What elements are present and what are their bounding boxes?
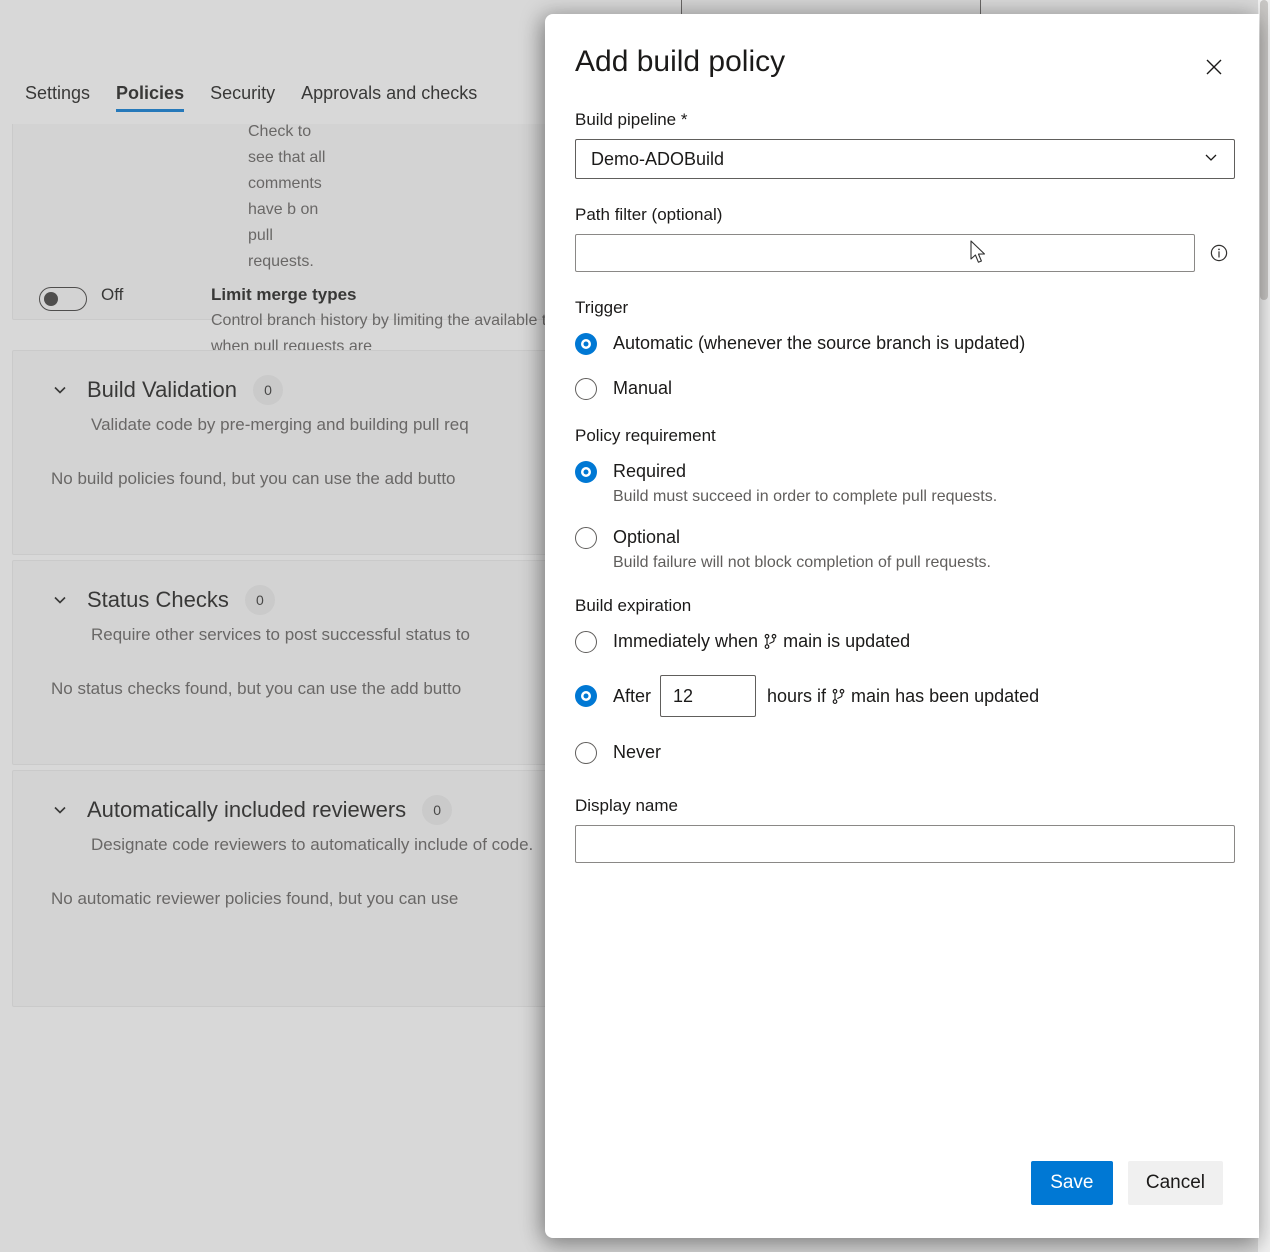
expiration-never-label: Never <box>613 741 661 764</box>
trigger-automatic-label: Automatic (whenever the source branch is… <box>613 332 1025 355</box>
expiration-option-after[interactable]: After hours if main has been <box>575 675 1229 717</box>
tab-policies[interactable]: Policies <box>103 76 197 124</box>
screen-root: Settings Policies Security Approvals and… <box>0 0 1270 1252</box>
trigger-option-automatic[interactable]: Automatic (whenever the source branch is… <box>575 332 1229 355</box>
git-branch-icon <box>763 633 778 650</box>
path-filter-input[interactable] <box>575 234 1195 272</box>
info-icon[interactable] <box>1209 243 1229 263</box>
trigger-option-manual[interactable]: Manual <box>575 377 1229 400</box>
display-name-label: Display name <box>575 796 1229 816</box>
panel-footer: Save Cancel <box>545 1161 1259 1238</box>
policy-optional-sub: Build failure will not block completion … <box>613 552 1229 574</box>
after-branch: main <box>851 686 890 707</box>
add-build-policy-panel: Add build policy Build pipeline * Demo-A… <box>545 14 1259 1238</box>
git-branch-icon <box>831 688 846 705</box>
scrollbar-thumb[interactable] <box>1260 0 1268 300</box>
build-pipeline-select[interactable]: Demo-ADOBuild <box>575 139 1235 179</box>
panel-title: Add build policy <box>575 44 785 80</box>
save-button[interactable]: Save <box>1031 1161 1113 1205</box>
build-pipeline-label: Build pipeline * <box>575 110 1229 130</box>
limit-merge-types-toggle[interactable] <box>39 287 87 311</box>
toggle-state-label: Off <box>101 285 201 305</box>
build-expiration-label: Build expiration <box>575 596 1229 616</box>
expiration-option-immediately[interactable]: Immediately when main is updated <box>575 630 1229 653</box>
expiration-hours-input[interactable] <box>660 675 756 717</box>
chevron-down-icon <box>51 381 69 399</box>
radio-automatic[interactable] <box>575 333 597 355</box>
close-icon[interactable] <box>1197 50 1231 84</box>
expiration-immediately-label: Immediately when main is updated <box>613 630 910 653</box>
immediately-prefix: Immediately when <box>613 630 758 653</box>
page-scrollbar[interactable] <box>1258 0 1270 1252</box>
toggle-knob <box>44 292 58 306</box>
policy-required-sub: Build must succeed in order to complete … <box>613 486 1229 508</box>
after-mid: hours if <box>767 686 826 707</box>
policy-required-label: Required <box>613 460 686 483</box>
radio-after[interactable] <box>575 685 597 707</box>
path-filter-label: Path filter (optional) <box>575 205 1229 225</box>
immediately-suffix: is updated <box>827 630 910 653</box>
radio-manual[interactable] <box>575 378 597 400</box>
chevron-down-icon <box>51 591 69 609</box>
after-tail-text: hours if main has been updated <box>767 686 1039 707</box>
tab-security[interactable]: Security <box>197 76 288 124</box>
panel-body: Build pipeline * Demo-ADOBuild Path filt… <box>545 84 1259 1161</box>
build-validation-title: Build Validation <box>87 377 237 403</box>
tab-settings[interactable]: Settings <box>12 76 103 124</box>
radio-required[interactable] <box>575 461 597 483</box>
radio-never[interactable] <box>575 742 597 764</box>
display-name-input[interactable] <box>575 825 1235 863</box>
after-suffix: has been updated <box>895 686 1039 707</box>
auto-reviewers-title: Automatically included reviewers <box>87 797 406 823</box>
after-prefix: After <box>613 686 651 707</box>
immediately-branch: main <box>783 630 822 653</box>
policy-requirement-label: Policy requirement <box>575 426 1229 446</box>
trigger-label: Trigger <box>575 298 1229 318</box>
policy-optional-label: Optional <box>613 526 680 549</box>
trigger-manual-label: Manual <box>613 377 672 400</box>
path-filter-row <box>575 234 1229 272</box>
policy-option-optional[interactable]: Optional <box>575 526 1229 549</box>
expiration-option-never[interactable]: Never <box>575 741 1229 764</box>
truncated-policy-text: Check to see that all comments have b on… <box>13 105 333 275</box>
policy-option-required[interactable]: Required <box>575 460 1229 483</box>
tab-approvals-and-checks[interactable]: Approvals and checks <box>288 76 490 124</box>
chevron-down-icon <box>1201 147 1221 172</box>
status-checks-title: Status Checks <box>87 587 229 613</box>
chevron-down-icon <box>51 801 69 819</box>
build-validation-count: 0 <box>253 375 283 405</box>
status-checks-count: 0 <box>245 585 275 615</box>
radio-immediately[interactable] <box>575 631 597 653</box>
radio-optional[interactable] <box>575 527 597 549</box>
build-pipeline-value: Demo-ADOBuild <box>591 149 724 170</box>
cancel-button[interactable]: Cancel <box>1128 1161 1223 1205</box>
auto-reviewers-count: 0 <box>422 795 452 825</box>
panel-header: Add build policy <box>545 14 1259 84</box>
